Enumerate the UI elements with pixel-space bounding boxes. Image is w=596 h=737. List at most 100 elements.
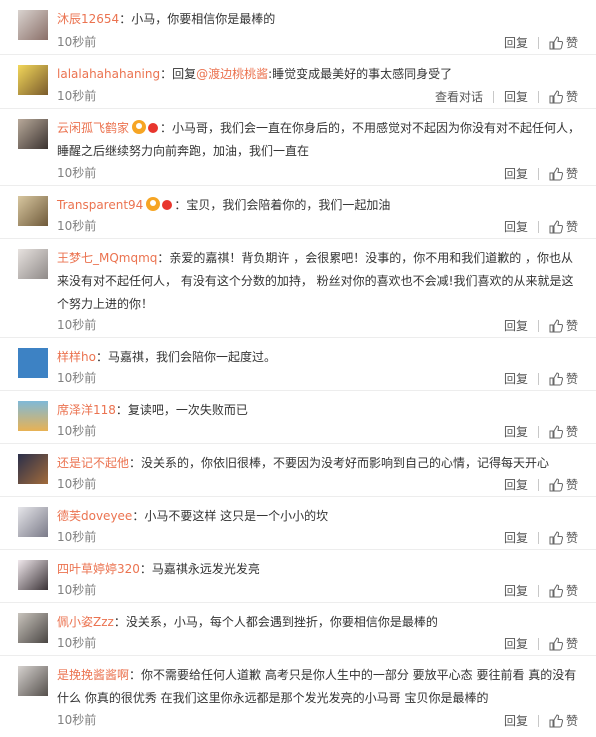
avatar[interactable] bbox=[18, 454, 48, 484]
avatar[interactable] bbox=[18, 196, 48, 226]
reply-button[interactable]: 回复 bbox=[504, 34, 528, 52]
comment-username[interactable]: 云闲孤飞鹤家 bbox=[57, 121, 129, 135]
avatar[interactable] bbox=[18, 401, 48, 431]
thumbs-up-icon[interactable] bbox=[549, 424, 563, 439]
comment-item: 云闲孤飞鹤家 ：小马哥，我们会一直在你身后的，不用感觉对不起因为你没有对不起任何人… bbox=[0, 109, 596, 186]
comment-item: 样样ho：马嘉祺，我们会陪你一起度过。 10秒前 回复 赞 bbox=[0, 338, 596, 391]
comment-username[interactable]: lalalahahahaning bbox=[57, 67, 160, 81]
reply-button[interactable]: 回复 bbox=[504, 317, 528, 335]
reply-button[interactable]: 回复 bbox=[504, 218, 528, 236]
thumbs-up-icon[interactable] bbox=[549, 713, 563, 728]
divider bbox=[537, 319, 539, 332]
divider bbox=[537, 425, 539, 438]
divider bbox=[537, 584, 539, 597]
avatar[interactable] bbox=[18, 65, 48, 95]
thumbs-up-icon[interactable] bbox=[549, 530, 563, 545]
reply-button[interactable]: 回复 bbox=[504, 370, 528, 388]
avatar[interactable] bbox=[18, 666, 48, 696]
comment-time: 10秒前 bbox=[57, 583, 97, 597]
comment-item: 四叶草婷婷320：马嘉祺永远发光发亮 10秒前 回复 赞 bbox=[0, 550, 596, 603]
thumbs-up-icon[interactable] bbox=[549, 89, 563, 104]
thumbs-up-icon[interactable] bbox=[549, 477, 563, 492]
divider bbox=[537, 531, 539, 544]
avatar[interactable] bbox=[18, 119, 48, 149]
thumbs-up-icon[interactable] bbox=[549, 219, 563, 234]
comment-item: 席泽洋118：复读吧，一次失败而已 10秒前 回复 赞 bbox=[0, 391, 596, 444]
divider bbox=[537, 220, 539, 233]
comment-username[interactable]: 沐辰12654 bbox=[57, 12, 119, 26]
comment-username[interactable]: Transparent94 bbox=[57, 198, 143, 212]
comment-username[interactable]: 王梦七_MQmqmq bbox=[57, 251, 157, 265]
avatar[interactable] bbox=[18, 348, 48, 378]
avatar[interactable] bbox=[18, 249, 48, 279]
comment-time: 10秒前 bbox=[57, 219, 97, 233]
comment-username[interactable]: 是挽挽酱酱啊 bbox=[57, 668, 129, 682]
comment-text: ：马嘉祺，我们会陪你一起度过。 bbox=[95, 350, 276, 364]
comment-item: 还是记不起他：没关系的，你依旧很棒，不要因为没考好而影响到自己的心情，记得每天开… bbox=[0, 444, 596, 497]
comment-time: 10秒前 bbox=[57, 477, 97, 491]
like-button[interactable]: 赞 bbox=[566, 423, 578, 441]
comment-text: ：小马不要这样 这只是一个小小的坎 bbox=[132, 509, 329, 523]
comment-username[interactable]: 四叶草婷婷320 bbox=[57, 562, 140, 576]
comment-username[interactable]: 样样ho bbox=[57, 350, 96, 364]
like-button[interactable]: 赞 bbox=[566, 635, 578, 653]
like-button[interactable]: 赞 bbox=[566, 218, 578, 236]
comment-mention[interactable]: @渡边桃桃酱 bbox=[196, 67, 268, 81]
comment-text: ：宝贝，我们会陪着你的，我们一起加油 bbox=[174, 198, 391, 212]
thumbs-up-icon[interactable] bbox=[549, 583, 563, 598]
comment-text: ：没关系，小马，每个人都会遇到挫折，你要相信你是最棒的 bbox=[113, 615, 438, 629]
comment-text: ：你不需要给任何人道歉 高考只是你人生中的一部分 要放平心态 要往前看 真的没有… bbox=[57, 668, 577, 705]
comment-item: 沐辰12654：小马，你要相信你是最棒的 10秒前 回复 赞 bbox=[0, 0, 596, 55]
comment-text: ：没关系的，你依旧很棒，不要因为没考好而影响到自己的心情，记得每天开心 bbox=[129, 456, 550, 470]
like-button[interactable]: 赞 bbox=[566, 88, 578, 106]
reply-button[interactable]: 回复 bbox=[504, 165, 528, 183]
like-button[interactable]: 赞 bbox=[566, 712, 578, 730]
like-button[interactable]: 赞 bbox=[566, 165, 578, 183]
comment-item: lalalahahahaning：回复@渡边桃桃酱:睡觉变成最美好的事太感同身受… bbox=[0, 55, 596, 109]
comment-username[interactable]: 佩小姿Zzz bbox=[57, 615, 114, 629]
reply-button[interactable]: 回复 bbox=[504, 529, 528, 547]
like-button[interactable]: 赞 bbox=[566, 34, 578, 52]
comment-username[interactable]: 还是记不起他 bbox=[57, 456, 129, 470]
like-button[interactable]: 赞 bbox=[566, 317, 578, 335]
comment-time: 10秒前 bbox=[57, 318, 97, 332]
like-button[interactable]: 赞 bbox=[566, 370, 578, 388]
divider bbox=[537, 90, 539, 103]
comment-item: Transparent94 ：宝贝，我们会陪着你的，我们一起加油 10秒前 回复 赞 bbox=[0, 186, 596, 239]
verified-icon bbox=[148, 123, 159, 133]
thumbs-up-icon[interactable] bbox=[549, 371, 563, 386]
thumbs-up-icon[interactable] bbox=[549, 636, 563, 651]
avatar[interactable] bbox=[18, 10, 48, 40]
reply-button[interactable]: 回复 bbox=[504, 476, 528, 494]
divider bbox=[537, 714, 539, 727]
comment-time: 10秒前 bbox=[57, 371, 97, 385]
comment-item: 德芙doveyee：小马不要这样 这只是一个小小的坎 10秒前 回复 赞 bbox=[0, 497, 596, 550]
avatar[interactable] bbox=[18, 613, 48, 643]
comment-item: 是挽挽酱酱啊：你不需要给任何人道歉 高考只是你人生中的一部分 要放平心态 要往前… bbox=[0, 656, 596, 737]
reply-button[interactable]: 回复 bbox=[504, 635, 528, 653]
like-button[interactable]: 赞 bbox=[566, 476, 578, 494]
view-conversation-link[interactable]: 查看对话 bbox=[435, 88, 483, 106]
reply-button[interactable]: 回复 bbox=[504, 423, 528, 441]
reply-button[interactable]: 回复 bbox=[504, 582, 528, 600]
avatar[interactable] bbox=[18, 560, 48, 590]
comment-text: ：马嘉祺永远发光发亮 bbox=[139, 562, 260, 576]
divider bbox=[537, 167, 539, 180]
avatar[interactable] bbox=[18, 507, 48, 537]
comment-username[interactable]: 德芙doveyee bbox=[57, 509, 132, 523]
comment-time: 10秒前 bbox=[57, 530, 97, 544]
like-button[interactable]: 赞 bbox=[566, 582, 578, 600]
thumbs-up-icon[interactable] bbox=[549, 35, 563, 50]
comment-list: 沐辰12654：小马，你要相信你是最棒的 10秒前 回复赞 lalalahaha… bbox=[0, 0, 596, 737]
comment-text: ：复读吧，一次失败而已 bbox=[115, 403, 248, 417]
comment-username[interactable]: 席泽洋118 bbox=[57, 403, 116, 417]
comment-time: 10秒前 bbox=[57, 713, 97, 727]
thumbs-up-icon[interactable] bbox=[549, 318, 563, 333]
thumbs-up-icon[interactable] bbox=[549, 166, 563, 181]
member-badge-icon bbox=[146, 197, 161, 211]
divider bbox=[537, 36, 539, 49]
like-button[interactable]: 赞 bbox=[566, 529, 578, 547]
reply-button[interactable]: 回复 bbox=[504, 88, 528, 106]
reply-button[interactable]: 回复 bbox=[504, 712, 528, 730]
comment-text: ：小马，你要相信你是最棒的 bbox=[119, 12, 276, 26]
